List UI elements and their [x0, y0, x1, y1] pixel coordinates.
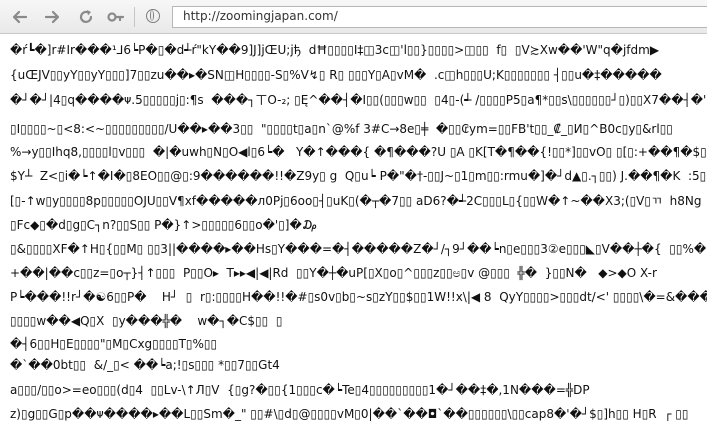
garbled-text-line: z)▯g▯▯G▯p��ᴪ����▸��L▯▯Sm�_" ▯▯#\▯d▯@▯▯▯▯… [10, 407, 689, 421]
reload-svg [79, 10, 93, 23]
reload-icon[interactable] [76, 8, 96, 26]
garbled-text-line: $Y┴ Z<▯i�┕↑�I�▯8EO▯▯@▯:9������!!�Z9y▯ g … [10, 169, 707, 183]
garbled-text-line: ▯I▯▯▯▯~▯<8:<~▯▯▯▯▯▯▯▯▯/U��▸��3▯▯ "▯▯▯▯t▯… [10, 122, 673, 136]
wrench-svg [107, 12, 125, 22]
page-content: �ŕ┗�]r#Ir���¹⅃6┕P�▯�d┵ŕ"kY��9]J]jŒU;jђ d… [0, 35, 707, 421]
garbled-text-line: ▯▯▯▯w��◀Q▯X ▯y���╬� w�┐�C$▯▯ ▯ [10, 314, 283, 328]
back-arrow-svg [12, 10, 28, 24]
wrench-icon[interactable] [106, 8, 126, 26]
globe-icon[interactable] [146, 9, 160, 23]
address-bar[interactable]: http://zoomingjapan.com/ [172, 6, 707, 28]
garbled-text-line: ▯Fc◆▯�d▯g▯C┐n?▯▯S▯▯ P�}↑>▯▯▯▯▯6▯▯o�'▯]�₯ [10, 218, 318, 232]
back-arrow-icon[interactable] [10, 8, 30, 26]
garbled-text-line: a▯▯▯/▯▯o>=eo▯▯▯(d▯4 ▯▯Lv-\↑Л▯V {▯g?�▯▯{1… [10, 383, 590, 397]
forward-arrow-svg [44, 10, 60, 24]
url-text[interactable]: http://zoomingjapan.com/ [183, 9, 338, 23]
garbled-text-line: �`��0bt▯▯ &/_▯< ��┕a;!▯s▯▯▯ *▯▯7▯▯Gt4 [10, 358, 280, 372]
garbled-text-line: �ŕ┗�]r#Ir���¹⅃6┕P�▯�d┵ŕ"kY��9]J]jŒU;jђ d… [10, 43, 660, 57]
garbled-text-line: %→y▯▯Ihq8,▯▯▯▯l▯v▯▯▯ �|�uwh▯N▯O◀l▯6┕� Y�… [10, 145, 707, 159]
garbled-text-line: ▯&▯▯▯▯XF�↑H▯{▯▯M▯ ▯▯3||����▸��Hs▯Y���=�┤… [10, 242, 707, 256]
garbled-text-line: {uŒJV▯▯yY▯▯yY▯▯▯]7▯▯zu��▸�SN◫H▯▯▯▯-S▯%V↯… [10, 68, 662, 82]
garbled-text-line: �┘�┘|4▯q����ᴪ.5▯▯▯▯▯j▯:¶s ���┐ㄒO-₂; ▯Ę^�… [10, 93, 707, 107]
forward-arrow-icon[interactable] [42, 8, 62, 26]
garbled-text-line: �┤6▯▯H▯E▯▯▯▯"▯M▯Cxg▯▯▯▯T▯%▯▯ [10, 337, 218, 351]
garbled-text-line: +��|��c▯▯z=▯o┬}┤↑▯▯▯ P▯▯O▸ T▸▸◀|◀|Rd ▯▯Y… [10, 266, 657, 280]
garbled-text-line: P┕���!!r┘�☯6▯▯P� H┘ ▯ r▯:▯▯▯▯H��!!�#▯s0v… [10, 290, 707, 304]
browser-toolbar: http://zoomingjapan.com/ [0, 0, 707, 34]
garbled-text-line: [▯-↑w▯y▯▯▯▯8p▯▯▯▯▯OJU▯▯V¶xf�����ᴫ0Pj▯6oo… [10, 194, 702, 208]
toolbar-separator [134, 7, 135, 27]
